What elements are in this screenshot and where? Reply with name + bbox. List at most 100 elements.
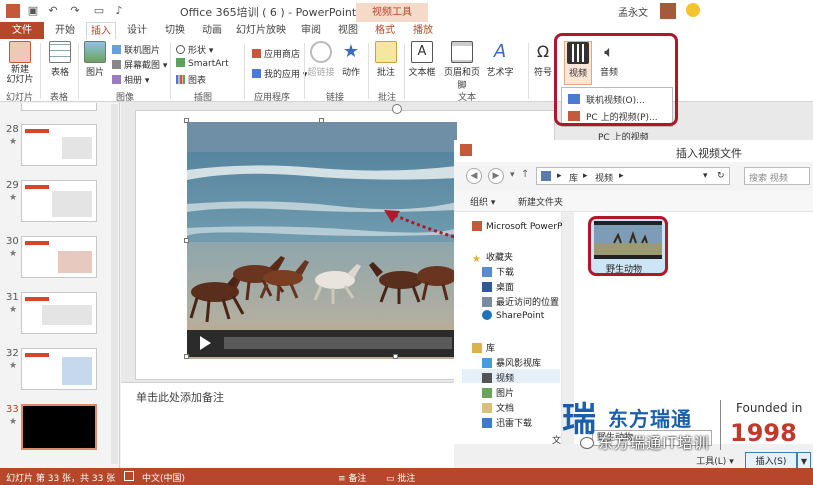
tab-design[interactable]: 设计 (122, 22, 152, 39)
media-library-icon (482, 358, 492, 368)
back-arrow-icon[interactable]: ◀ (466, 168, 482, 184)
slide-count-status: 幻灯片 第 33 张，共 33 张 (6, 474, 116, 484)
thumb-content (52, 191, 92, 217)
powerpoint-icon (472, 221, 482, 231)
breadcrumb-library[interactable]: 库 (569, 171, 578, 184)
nav-item-powerpoint[interactable]: Microsoft PowerP (472, 221, 562, 232)
breadcrumb-video[interactable]: 视频 (595, 171, 613, 184)
tab-insert[interactable]: 插入 (86, 22, 116, 39)
present-icon[interactable]: ▭ (92, 4, 106, 18)
slide-thumbnail[interactable] (21, 180, 97, 222)
textbox-label: 文本框 (408, 68, 436, 78)
online-picture-button[interactable]: 联机图片 (112, 43, 160, 56)
nav-item-downloads[interactable]: 下载 (482, 265, 514, 278)
undo-icon[interactable]: ↶ (46, 4, 60, 18)
nav-item-pictures[interactable]: 图片 (482, 386, 514, 399)
nav-item-documents[interactable]: 文档 (482, 401, 514, 414)
nav-item-recent[interactable]: 最近访问的位置 (482, 295, 559, 308)
thumb-content (62, 137, 92, 159)
smartart-button[interactable]: SmartArt (176, 58, 229, 69)
app-store-button[interactable]: 应用商店 (252, 47, 300, 60)
animation-star-icon: ★ (9, 137, 18, 147)
resize-handle[interactable] (319, 118, 324, 123)
microphone-icon[interactable]: ♪ (112, 4, 126, 18)
recent-places-icon (482, 297, 492, 307)
resize-handle[interactable] (184, 118, 189, 123)
new-folder-button[interactable]: 新建文件夹 (518, 195, 563, 208)
spellcheck-icon[interactable] (124, 471, 134, 481)
video-progress-bar[interactable] (224, 337, 452, 349)
chart-button[interactable]: 图表 (176, 73, 206, 86)
recent-chevron-icon[interactable]: ▾ (510, 170, 515, 180)
user-name[interactable]: 孟永文 (618, 4, 648, 19)
tab-review[interactable]: 审阅 (296, 22, 326, 39)
comments-toggle-button[interactable]: ▭ 批注 (386, 471, 415, 484)
textbox-button[interactable]: A 文本框 (406, 41, 438, 78)
smiley-feedback-icon[interactable] (686, 3, 700, 17)
nav-item-sharepoint[interactable]: SharePoint (482, 310, 544, 321)
avatar[interactable] (660, 3, 676, 19)
play-icon[interactable] (200, 336, 211, 350)
nav-label: SharePoint (496, 311, 545, 321)
slide-thumbnail-current[interactable] (21, 404, 97, 450)
screenshot-button[interactable]: 屏幕截图 ▾ (112, 58, 167, 71)
ribbon: 新建 幻灯片 表格 图片 联机图片 屏幕截图 ▾ 相册 ▾ 形状 ▾ Smart… (0, 39, 813, 103)
nav-item-desktop[interactable]: 桌面 (482, 280, 514, 293)
resize-handle[interactable] (184, 354, 189, 359)
forward-arrow-icon[interactable]: ▶ (488, 168, 504, 184)
picture-button[interactable]: 图片 (82, 41, 108, 78)
header-footer-button[interactable]: 页眉和页脚 (440, 41, 484, 91)
nav-item-xunlei[interactable]: 迅雷下载 (482, 416, 532, 429)
tab-view[interactable]: 视图 (333, 22, 363, 39)
resize-handle[interactable] (393, 354, 398, 359)
action-button[interactable]: ★ 动作 (339, 41, 363, 78)
notes-toggle-button[interactable]: ≡ 备注 (338, 471, 366, 484)
tab-playback[interactable]: 播放 (408, 22, 438, 39)
search-input[interactable]: 搜索 视频 (744, 167, 810, 185)
table-button[interactable]: 表格 (46, 41, 74, 78)
table-label: 表格 (50, 68, 69, 78)
slide-thumbnail[interactable] (21, 348, 97, 390)
redo-icon[interactable]: ↷ (68, 4, 82, 18)
rotate-handle-icon[interactable] (392, 104, 402, 114)
tab-format[interactable]: 格式 (370, 22, 400, 39)
save-icon[interactable]: ▣ (26, 4, 40, 18)
slide-thumbnail[interactable] (21, 292, 97, 334)
nav-item-videos[interactable]: 视频 (482, 371, 514, 384)
nav-label: 收藏夹 (486, 253, 514, 263)
tab-slideshow[interactable]: 幻灯片放映 (232, 22, 290, 39)
slide-thumbnail-partial[interactable] (21, 103, 97, 111)
nav-item-baofeng[interactable]: 暴风影视库 (482, 356, 541, 369)
star-action-icon: ★ (342, 41, 360, 62)
thumbnail-scrollbar[interactable] (111, 104, 118, 464)
address-dropdown-icon[interactable]: ▾ (703, 171, 708, 181)
ribbon-separator (528, 43, 529, 99)
symbol-label: 符号 (533, 68, 552, 78)
up-arrow-icon[interactable]: ↑ (521, 169, 529, 180)
nav-item-libraries[interactable]: 库 (472, 341, 495, 354)
horizon-water (187, 122, 457, 152)
address-bar[interactable]: ▸ 库 ▸ 视频 ▸ ▾ ↻ (536, 167, 730, 185)
comment-button[interactable]: 批注 (373, 41, 399, 78)
tab-file[interactable]: 文件 (0, 22, 44, 39)
slide-thumbnail[interactable] (21, 236, 97, 278)
tab-transitions[interactable]: 切换 (160, 22, 190, 39)
hyperlink-button[interactable]: 超链接 (307, 41, 335, 78)
tab-animations[interactable]: 动画 (197, 22, 227, 39)
my-apps-button[interactable]: 我的应用 ▾ (252, 67, 307, 80)
language-status[interactable]: 中文(中国) (142, 471, 185, 484)
album-button[interactable]: 相册 ▾ (112, 73, 149, 86)
chart-label: 图表 (188, 76, 207, 86)
breadcrumb-separator: ▸ (557, 171, 562, 181)
refresh-icon[interactable]: ↻ (717, 171, 725, 181)
symbol-button[interactable]: Ω 符号 (532, 41, 554, 78)
nav-item-favorites[interactable]: ★ 收藏夹 (472, 250, 513, 265)
resize-handle[interactable] (184, 238, 189, 243)
shapes-button[interactable]: 形状 ▾ (176, 43, 213, 56)
new-slide-button[interactable]: 新建 幻灯片 (4, 41, 36, 85)
tab-home[interactable]: 开始 (50, 22, 80, 39)
apps-icon (252, 69, 261, 78)
wordart-button[interactable]: A 艺术字 (486, 41, 514, 78)
slide-thumbnail[interactable] (21, 124, 97, 166)
organize-button[interactable]: 组织 ▾ (470, 195, 495, 208)
